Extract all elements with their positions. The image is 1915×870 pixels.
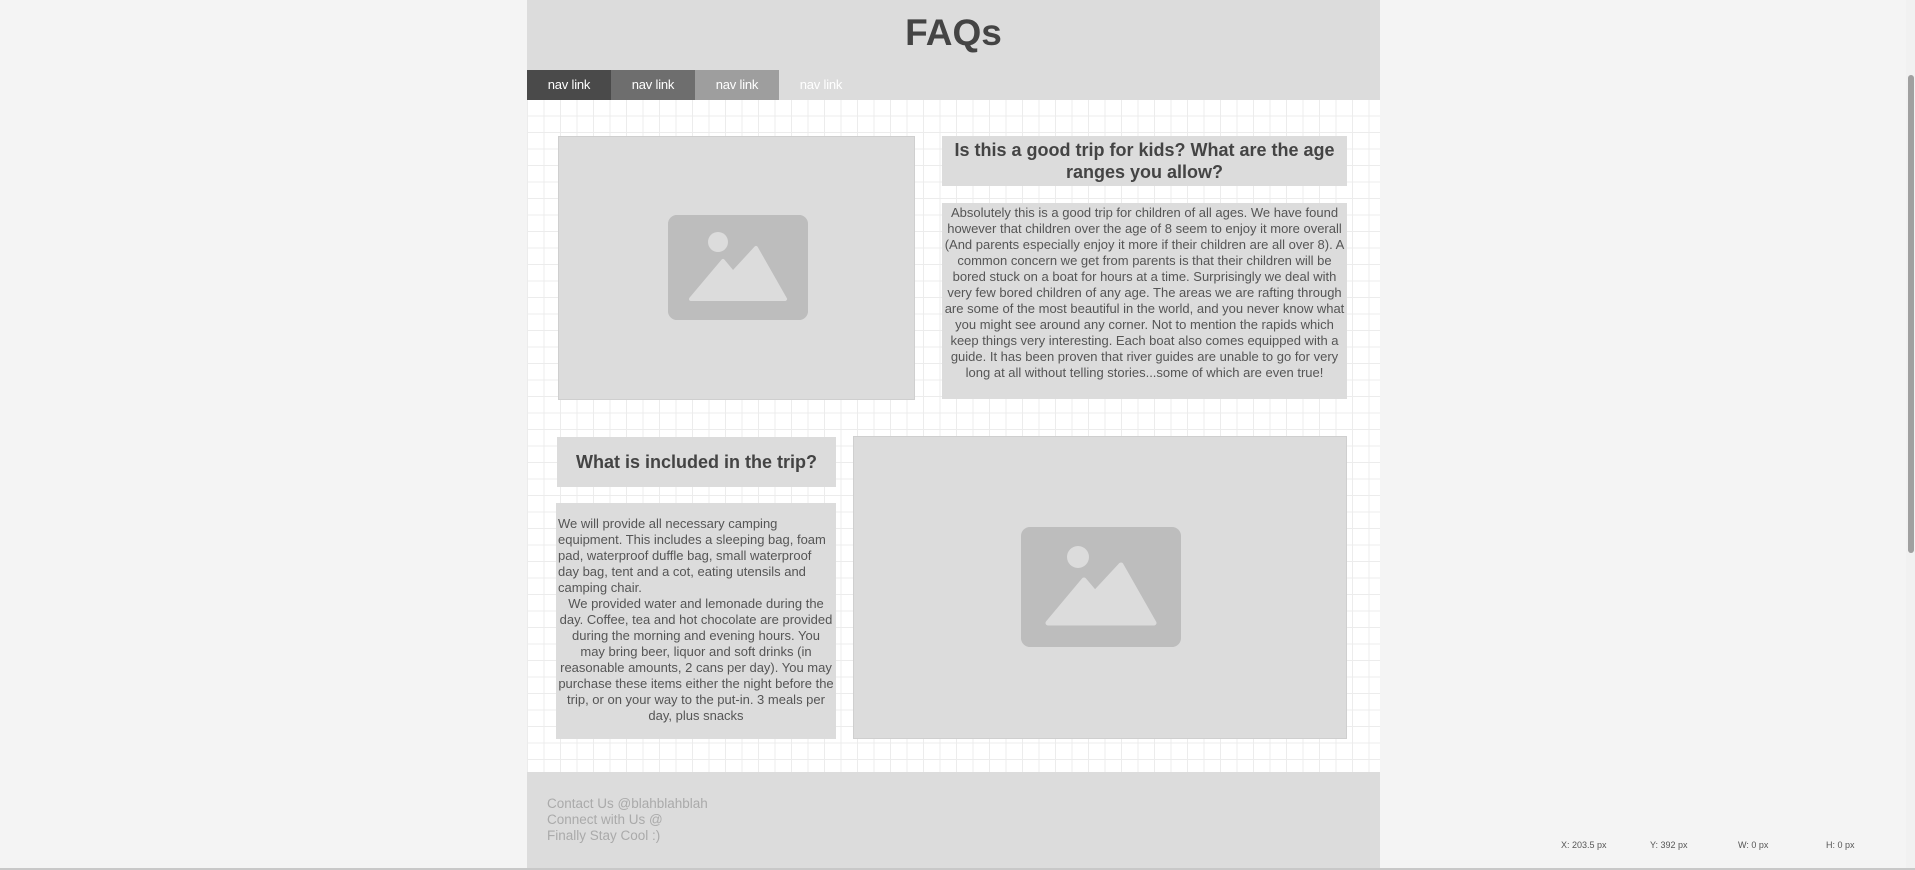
inspector-w: W: 0 px [1738, 840, 1769, 850]
faq-2-answer-part2: We provided water and lemonade during th… [558, 596, 834, 723]
footer-contact: Contact Us @blahblahblah [547, 796, 708, 811]
page-container: FAQs nav link nav link nav link nav link… [527, 0, 1380, 870]
faq-2-answer-box: We will provide all necessary camping eq… [556, 503, 836, 739]
nav-link-3[interactable]: nav link [695, 70, 779, 100]
faq-2-question-box: What is included in the trip? [557, 437, 836, 487]
scrollbar-thumb[interactable] [1908, 75, 1914, 553]
main-nav: nav link nav link nav link nav link [527, 70, 863, 100]
faq-1-answer: Absolutely this is a good trip for child… [944, 205, 1345, 380]
nav-link-2[interactable]: nav link [611, 70, 695, 100]
image-placeholder-icon [1021, 527, 1181, 647]
faq-1-image [558, 136, 915, 400]
faq-2-image [853, 436, 1347, 739]
faq-1-answer-box: Absolutely this is a good trip for child… [942, 203, 1347, 399]
site-header: FAQs nav link nav link nav link nav link [527, 0, 1380, 100]
faq-2-question: What is included in the trip? [576, 451, 817, 472]
footer-stay-cool: Finally Stay Cool :) [547, 828, 661, 843]
footer-connect: Connect with Us @ [547, 812, 663, 827]
image-placeholder-icon [668, 215, 808, 320]
nav-link-1[interactable]: nav link [527, 70, 611, 100]
inspector-x: X: 203.5 px [1561, 840, 1607, 850]
site-footer: Contact Us @blahblahblah Connect with Us… [527, 772, 1380, 870]
inspector-y: Y: 392 px [1650, 840, 1688, 850]
page-title: FAQs [905, 12, 1002, 53]
faq-1-question-box: Is this a good trip for kids? What are t… [942, 136, 1347, 186]
nav-link-4[interactable]: nav link [779, 70, 863, 100]
faq-2-answer-part1: We will provide all necessary camping eq… [558, 516, 826, 595]
inspector-h: H: 0 px [1826, 840, 1855, 850]
faq-1-question: Is this a good trip for kids? What are t… [954, 140, 1335, 182]
